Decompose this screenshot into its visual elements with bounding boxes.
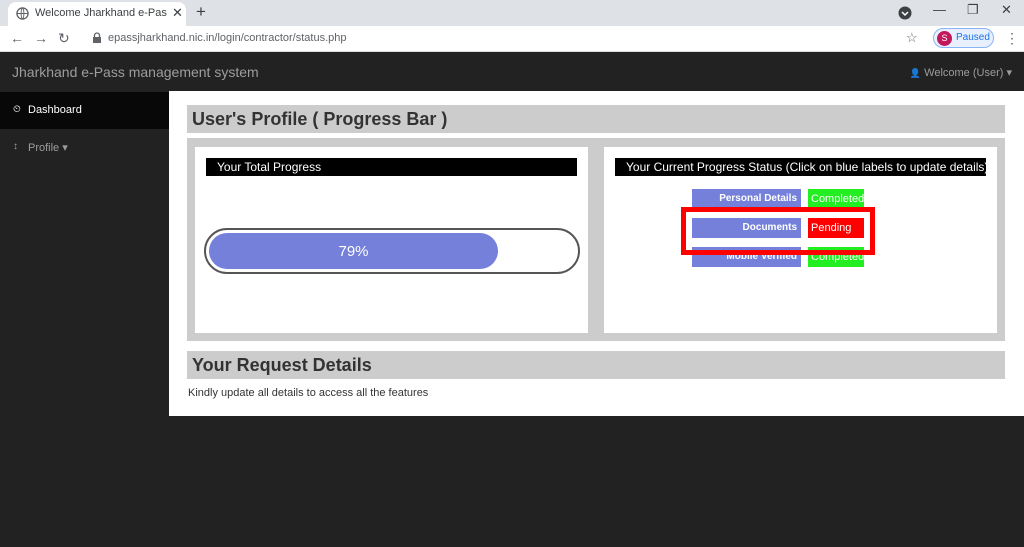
status-badge: Completed xyxy=(808,189,864,209)
progress-panels: Your Total Progress 79% Your Current Pro… xyxy=(187,138,1005,341)
browser-tab-bar: Welcome Jharkhand e-Pass management syst… xyxy=(0,0,1024,26)
request-note: Kindly update all details to access all … xyxy=(188,387,429,399)
brand-title[interactable]: Jharkhand e-Pass management system xyxy=(12,64,259,80)
progress-percent: 79% xyxy=(338,243,369,260)
progress-bar: 79% xyxy=(204,228,580,274)
request-heading: Your Request Details xyxy=(187,351,1005,379)
personal-details-link[interactable]: Personal Details xyxy=(692,189,801,209)
url-text[interactable]: epassjharkhand.nic.in/login/contractor/s… xyxy=(108,32,346,44)
minimize-icon[interactable]: — xyxy=(933,2,946,17)
progress-bar-fill: 79% xyxy=(209,233,498,269)
avatar: S xyxy=(937,31,952,46)
welcome-label: Welcome (User) xyxy=(924,67,1004,79)
sidebar-item-label: Profile ▾ xyxy=(28,141,68,154)
star-icon[interactable]: ☆ xyxy=(906,30,918,46)
profile-label: Profile xyxy=(28,142,60,154)
restore-icon[interactable]: ❐ xyxy=(967,2,979,18)
profile-button[interactable]: S Paused xyxy=(933,28,994,48)
progress-status-title: Your Current Progress Status (Click on b… xyxy=(615,158,988,176)
close-tab-icon[interactable]: ✕ xyxy=(172,5,183,21)
reload-icon[interactable]: ↻ xyxy=(58,30,70,47)
browser-tab[interactable]: Welcome Jharkhand e-Pass management syst… xyxy=(8,2,186,26)
chevron-down-icon: ▾ xyxy=(1006,67,1012,79)
dashboard-icon: ⏲ xyxy=(13,104,21,115)
user-menu[interactable]: 👤 Welcome (User) ▾ xyxy=(910,66,1012,79)
highlight-box xyxy=(681,207,875,255)
browser-toolbar: ← → ↻ epassjharkhand.nic.in/login/contra… xyxy=(0,26,1024,52)
new-tab-button[interactable]: + xyxy=(196,2,206,22)
total-progress-panel: Your Total Progress 79% xyxy=(195,147,588,333)
window-close-icon[interactable]: ✕ xyxy=(1001,2,1012,18)
total-progress-title: Your Total Progress xyxy=(206,158,577,176)
user-icon: ↕ xyxy=(13,141,18,152)
sidebar-item-profile[interactable]: ↕ Profile ▾ xyxy=(0,129,169,166)
profile-status: Paused xyxy=(956,32,990,43)
tab-title: Welcome Jharkhand e-Pass management syst… xyxy=(35,7,167,19)
main-content: User's Profile ( Progress Bar ) Your Tot… xyxy=(169,91,1024,416)
chevron-down-icon: ▾ xyxy=(62,142,68,154)
profile-heading: User's Profile ( Progress Bar ) xyxy=(187,105,1005,133)
kebab-menu-icon[interactable]: ⋮ xyxy=(1005,30,1019,47)
download-icon[interactable] xyxy=(898,6,912,20)
forward-arrow-icon[interactable]: → xyxy=(34,30,48,46)
back-arrow-icon[interactable]: ← xyxy=(10,30,24,46)
lock-icon[interactable] xyxy=(90,31,104,45)
sidebar-item-label: Dashboard xyxy=(28,104,82,116)
sidebar: ⏲ Dashboard ↕ Profile ▾ xyxy=(0,91,169,547)
progress-status-panel: Your Current Progress Status (Click on b… xyxy=(604,147,997,333)
globe-icon xyxy=(16,7,29,20)
sidebar-item-dashboard[interactable]: ⏲ Dashboard xyxy=(0,92,169,129)
app-navbar: Jharkhand e-Pass management system 👤 Wel… xyxy=(0,53,1024,91)
user-icon: 👤 xyxy=(909,68,922,78)
